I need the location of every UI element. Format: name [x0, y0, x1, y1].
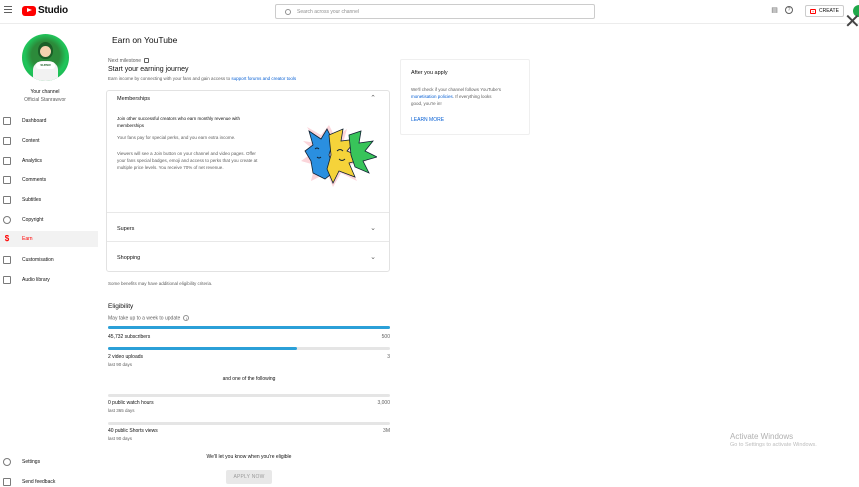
content-icon — [3, 137, 11, 145]
menu-icon[interactable] — [4, 6, 12, 14]
youtube-logo-icon — [22, 5, 36, 16]
feedback-icon — [3, 478, 11, 486]
activate-windows-title: Activate Windows — [730, 432, 794, 441]
copyright-icon — [3, 216, 11, 224]
help-icon[interactable]: ? — [785, 6, 793, 14]
next-milestone-label: Next milestone — [108, 58, 150, 64]
journey-description: Earn income by connecting with your fans… — [108, 76, 297, 81]
sidebar-item-analytics[interactable]: Analytics — [0, 153, 98, 169]
eligibility-title: Eligibility — [108, 303, 134, 310]
sidebar-item-dashboard[interactable]: Dashboard — [0, 113, 98, 129]
top-bar: Studio ▤ ? + CREATE — [0, 0, 859, 24]
eligibility-subtitle: May take up to a week to update i — [108, 315, 190, 321]
uploads-progress-bar — [108, 347, 390, 350]
learn-more-link[interactable]: LEARN MORE — [411, 117, 444, 123]
shorts-progress-bar — [108, 422, 390, 425]
shopping-header[interactable]: Shopping ⌄ — [107, 250, 389, 266]
one-of-following-label: and one of the following — [222, 376, 276, 382]
info-icon[interactable]: i — [183, 315, 190, 321]
sidebar-item-content[interactable]: Content — [0, 133, 98, 149]
subtitles-icon — [3, 196, 11, 204]
chevron-down-icon: ⌄ — [370, 225, 376, 232]
sidebar-item-subtitles[interactable]: Subtitles — [0, 192, 98, 208]
watch-hours-period: last 365 days — [108, 408, 135, 413]
subscribers-target: 500 — [381, 334, 390, 340]
benefits-card: Memberships ⌃ Join other successful crea… — [106, 90, 390, 272]
studio-brand-text: Studio — [38, 5, 68, 16]
chevron-down-icon: ⌄ — [370, 254, 376, 261]
uploads-period: last 90 days — [108, 362, 133, 367]
customisation-icon — [3, 256, 11, 264]
after-apply-description: We'll check if your channel follows YouT… — [411, 87, 502, 106]
create-video-icon: + — [810, 8, 816, 14]
shorts-requirement: 40 public Shorts views — [108, 428, 158, 434]
uploads-target: 3 — [387, 354, 390, 360]
dashboard-icon — [3, 117, 11, 125]
support-link[interactable]: support forums and creator tools — [231, 76, 296, 81]
sidebar-item-copyright[interactable]: Copyright — [0, 212, 98, 228]
comments-icon — [3, 176, 11, 184]
eligible-notice: We'll let you know when you're eligible — [206, 454, 292, 460]
earn-icon: $ — [4, 234, 10, 243]
channel-name: Your channel — [30, 89, 60, 95]
memberships-illustration — [301, 125, 377, 187]
after-apply-title: After you apply — [411, 70, 448, 76]
channel-avatar[interactable]: SUPER — [22, 34, 69, 81]
supers-header[interactable]: Supers ⌄ — [107, 221, 389, 237]
memberships-header[interactable]: Memberships ⌃ — [107, 91, 389, 107]
subscribers-progress-bar — [108, 326, 390, 329]
watch-hours-target: 3,000 — [377, 400, 390, 406]
shorts-target: 3M — [383, 428, 390, 434]
watch-hours-requirement: 0 public watch hours — [108, 400, 154, 406]
apply-now-button[interactable]: APPLY NOW — [226, 470, 272, 484]
milestone-info-icon[interactable] — [144, 58, 150, 64]
activate-windows-subtitle: Go to Settings to activate Windows. — [730, 442, 817, 448]
messages-icon[interactable]: ▤ — [770, 6, 779, 15]
memberships-details: Viewers will see a Join button on your c… — [117, 151, 258, 170]
eligibility-note: Some benefits may have additional eligib… — [108, 281, 213, 286]
settings-icon — [3, 458, 11, 466]
uploads-requirement: 2 video uploads — [108, 354, 144, 360]
subscribers-requirement: 45,732 subscribers — [108, 334, 151, 340]
memberships-intro: Join other successful creators who earn … — [117, 116, 241, 128]
search-box[interactable] — [275, 4, 595, 19]
main-content: Earn on YouTube Next milestone Start you… — [98, 25, 859, 487]
audio-library-icon — [3, 276, 11, 284]
memberships-perks: Your fans pay for special perks, and you… — [117, 135, 236, 140]
create-button[interactable]: + CREATE — [805, 5, 844, 17]
channel-handle: Official Stanrawvor — [24, 97, 66, 103]
shorts-period: last 90 days — [108, 436, 133, 441]
sidebar-item-send-feedback[interactable]: Send feedback — [0, 474, 98, 487]
search-icon — [285, 8, 291, 15]
sidebar: SUPER Your channel Official Stanrawvor D… — [0, 25, 98, 487]
monetisation-policies-link[interactable]: monetisation policies — [411, 94, 453, 99]
sidebar-item-settings[interactable]: Settings — [0, 454, 98, 470]
sidebar-item-earn[interactable]: $ Earn — [0, 231, 98, 247]
sidebar-item-customisation[interactable]: Customisation — [0, 252, 98, 268]
after-apply-card: After you apply We'll check if your chan… — [400, 59, 530, 135]
search-input[interactable] — [297, 8, 577, 15]
studio-logo[interactable]: Studio — [22, 5, 68, 16]
journey-title: Start your earning journey — [108, 66, 189, 73]
analytics-icon — [3, 157, 11, 165]
page-title: Earn on YouTube — [112, 35, 178, 45]
create-label: CREATE — [819, 8, 839, 14]
watch-hours-progress-bar — [108, 394, 390, 397]
chevron-up-icon: ⌃ — [370, 95, 376, 102]
sidebar-item-comments[interactable]: Comments — [0, 172, 98, 188]
sidebar-item-audio-library[interactable]: Audio library — [0, 272, 98, 288]
